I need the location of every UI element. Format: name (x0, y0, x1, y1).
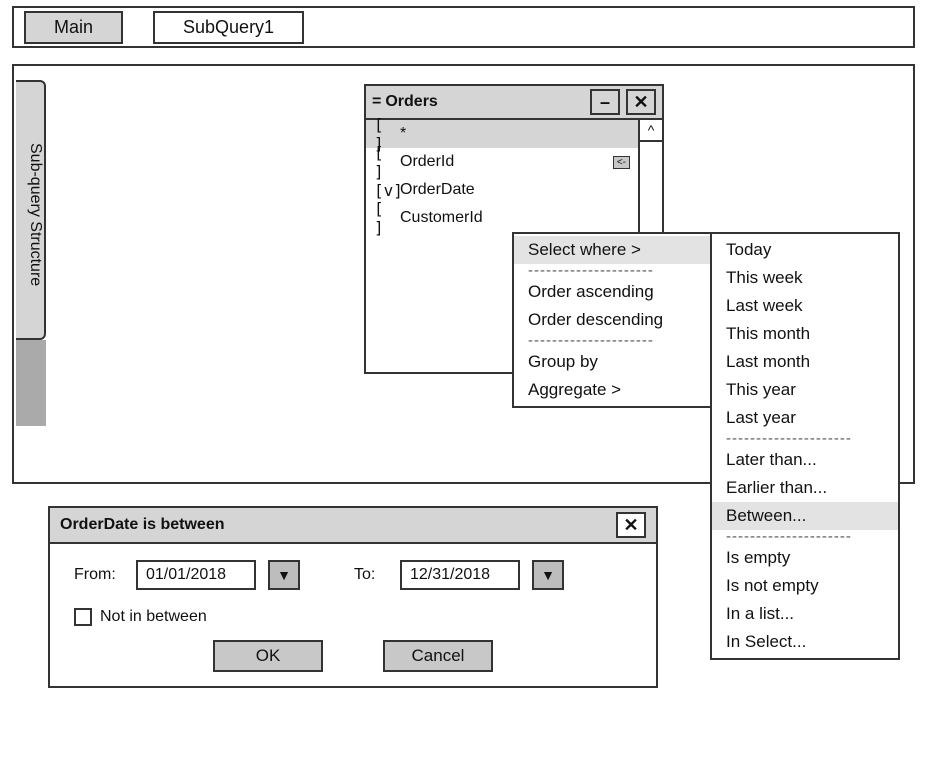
primary-key-icon: <- (613, 156, 630, 169)
table-title-prefix: = (372, 93, 381, 111)
field-checkbox[interactable]: [ ] (374, 143, 400, 181)
field-label: OrderDate (400, 181, 475, 199)
tab-subquery1[interactable]: SubQuery1 (153, 11, 304, 44)
field-row-star[interactable]: [ ] * (366, 120, 638, 148)
menu-last-year[interactable]: Last year (712, 404, 898, 432)
dialog-titlebar[interactable]: OrderDate is between ✕ (50, 508, 656, 544)
menu-between[interactable]: Between... (712, 502, 898, 530)
menu-separator: --------------------- (514, 334, 710, 348)
menu-group-by[interactable]: Group by (514, 348, 710, 376)
cancel-button[interactable]: Cancel (383, 640, 493, 672)
to-label: To: (354, 566, 388, 584)
from-date-dropdown[interactable]: ▼ (268, 560, 300, 590)
to-date-input[interactable]: 12/31/2018 (400, 560, 520, 590)
dialog-close-button[interactable]: ✕ (616, 512, 646, 538)
from-date-value: 01/01/2018 (146, 566, 226, 584)
menu-earlier-than[interactable]: Earlier than... (712, 474, 898, 502)
menu-separator: --------------------- (712, 432, 898, 446)
from-date-input[interactable]: 01/01/2018 (136, 560, 256, 590)
field-checkbox[interactable]: [ ] (374, 199, 400, 237)
table-title-text: Orders (385, 93, 437, 111)
menu-in-list[interactable]: In a list... (712, 600, 898, 628)
menu-is-empty[interactable]: Is empty (712, 544, 898, 572)
to-date-dropdown[interactable]: ▼ (532, 560, 564, 590)
field-label: CustomerId (400, 209, 483, 227)
dropdown-icon: ▼ (277, 567, 291, 583)
not-in-between-label: Not in between (100, 608, 207, 626)
menu-select-where[interactable]: Select where > (514, 236, 710, 264)
field-checkbox[interactable]: [v] (374, 181, 400, 200)
menu-last-week[interactable]: Last week (712, 292, 898, 320)
ok-button[interactable]: OK (213, 640, 323, 672)
dialog-title-text: OrderDate is between (60, 516, 225, 534)
from-label: From: (74, 566, 124, 584)
minimize-icon: – (600, 92, 610, 113)
field-label: * (400, 125, 406, 143)
menu-this-month[interactable]: This month (712, 320, 898, 348)
menu-last-month[interactable]: Last month (712, 348, 898, 376)
menu-this-week[interactable]: This week (712, 264, 898, 292)
menu-in-select[interactable]: In Select... (712, 628, 898, 656)
context-submenu-where: Today This week Last week This month Las… (710, 232, 900, 660)
dropdown-icon: ▼ (541, 567, 555, 583)
tab-bar: Main SubQuery1 (12, 6, 915, 48)
tab-main[interactable]: Main (24, 11, 123, 44)
minimize-button[interactable]: – (590, 89, 620, 115)
chevron-up-icon: ^ (648, 122, 655, 138)
between-dialog: OrderDate is between ✕ From: 01/01/2018 … (48, 506, 658, 688)
subquery-structure-tab[interactable]: Sub-query Structure (16, 80, 46, 340)
field-row-orderdate[interactable]: [v] OrderDate (366, 176, 638, 204)
not-in-between-checkbox[interactable] (74, 608, 92, 626)
side-panel-footer (16, 340, 46, 426)
menu-is-not-empty[interactable]: Is not empty (712, 572, 898, 600)
menu-this-year[interactable]: This year (712, 376, 898, 404)
close-button[interactable]: ✕ (626, 89, 656, 115)
menu-order-descending[interactable]: Order descending (514, 306, 710, 334)
table-titlebar[interactable]: = Orders – ✕ (366, 86, 662, 120)
menu-later-than[interactable]: Later than... (712, 446, 898, 474)
field-label: OrderId (400, 153, 454, 171)
to-date-value: 12/31/2018 (410, 566, 490, 584)
menu-today[interactable]: Today (712, 236, 898, 264)
close-icon: ✕ (633, 92, 648, 113)
scroll-up-button[interactable]: ^ (640, 120, 662, 142)
field-row-customerid[interactable]: [ ] CustomerId (366, 204, 638, 232)
menu-order-ascending[interactable]: Order ascending (514, 278, 710, 306)
menu-separator: --------------------- (712, 530, 898, 544)
menu-separator: --------------------- (514, 264, 710, 278)
context-menu-field: Select where > --------------------- Ord… (512, 232, 712, 408)
menu-aggregate[interactable]: Aggregate > (514, 376, 710, 404)
field-row-orderid[interactable]: [ ] OrderId <- (366, 148, 638, 176)
close-icon: ✕ (623, 515, 638, 536)
